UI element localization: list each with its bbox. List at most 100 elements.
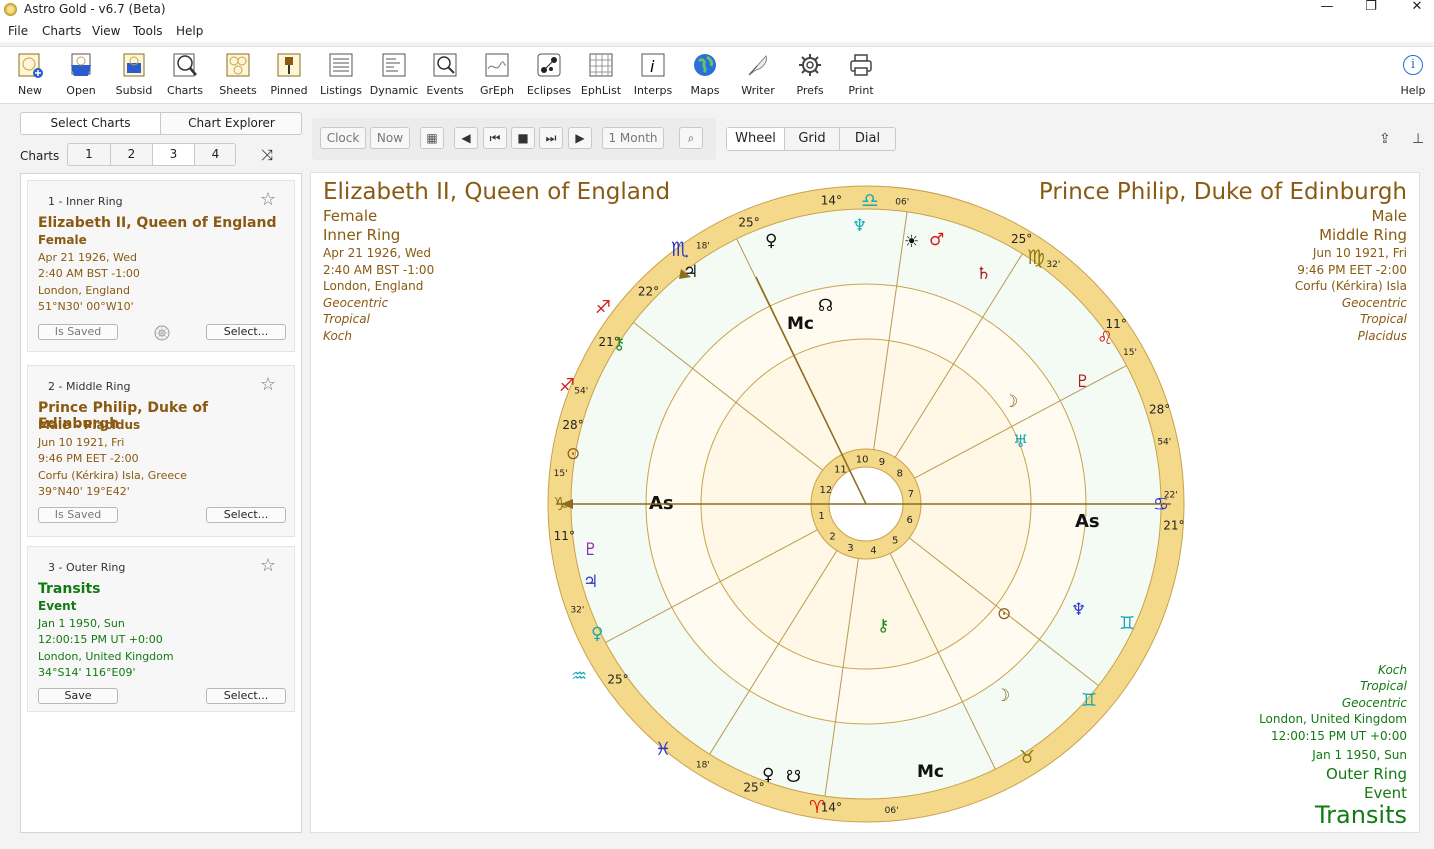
menu-file[interactable]: File [8, 24, 28, 38]
menu-charts[interactable]: Charts [42, 24, 81, 38]
interps-icon: i [641, 53, 665, 77]
menu-tools[interactable]: Tools [133, 24, 163, 38]
card-info: Jan 1 1950, Sun 12:00:15 PM UT +0:00 Lon… [38, 616, 174, 681]
is-saved-button[interactable]: Is Saved [38, 324, 118, 340]
inner-place: London, England [323, 279, 424, 293]
uranus-icon: ♅ [1013, 432, 1028, 452]
shuffle-icon[interactable]: ⤨ [258, 146, 276, 164]
step-size-selector[interactable]: 1 Month [602, 127, 664, 149]
pisces-icon: ♓ [655, 739, 671, 760]
card-date: Jan 1 1950, Sun [38, 617, 125, 630]
help-button[interactable]: i Help [1388, 51, 1434, 97]
skip-forward-icon[interactable]: ⏭ [539, 127, 563, 149]
tab-grid[interactable]: Grid [785, 128, 840, 150]
star-icon[interactable]: ☆ [260, 189, 276, 210]
tab-select-charts[interactable]: Select Charts [21, 113, 161, 134]
writer-button[interactable]: Writer [733, 51, 783, 97]
svg-text:i: i [650, 57, 655, 76]
minimize-button[interactable]: — [1304, 0, 1350, 20]
title-bar: Astro Gold - v6.7 (Beta) — ❐ ✕ [0, 0, 1434, 20]
now-button[interactable]: Now [370, 127, 410, 149]
close-button[interactable]: ✕ [1394, 0, 1434, 20]
view-mode-tabs: Wheel Grid Dial [726, 127, 896, 151]
outer-houses: Koch [1378, 663, 1407, 677]
menu-view[interactable]: View [92, 24, 120, 38]
step-back-icon[interactable]: ◀ [454, 127, 478, 149]
select-button[interactable]: Select... [206, 324, 286, 340]
tab-wheel[interactable]: Wheel [727, 128, 785, 150]
maximize-button[interactable]: ❐ [1348, 0, 1394, 20]
middle-gender: Male [1371, 207, 1407, 225]
skip-back-icon[interactable]: ⏮ [483, 127, 507, 149]
select-button[interactable]: Select... [206, 507, 286, 523]
subsid-button[interactable]: Subsid [109, 51, 159, 97]
clock-button[interactable]: Clock [320, 127, 366, 149]
charts-button[interactable]: Charts [160, 51, 210, 97]
chart-count-2[interactable]: 2 [110, 144, 152, 165]
sagittarius-icon: ♐ [595, 297, 611, 318]
share-icon[interactable]: ⇪ [1379, 131, 1391, 147]
pin-icon[interactable]: ⊥ [1412, 131, 1424, 147]
prefs-button[interactable]: Prefs [785, 51, 835, 97]
card-date: Jun 10 1921, Fri [38, 436, 125, 449]
stop-icon[interactable]: ■ [511, 127, 535, 149]
sheets-button[interactable]: Sheets [213, 51, 263, 97]
middle-zodiac: Geocentric [1341, 296, 1407, 310]
middle-place: Corfu (Kérkira) Isla [1294, 279, 1407, 293]
card-time: 12:00:15 PM UT +0:00 [38, 633, 163, 647]
search-icon[interactable]: ⌕ [679, 127, 703, 149]
menu-help[interactable]: Help [176, 24, 203, 38]
quill-icon [748, 55, 767, 76]
house-number: 5 [892, 536, 898, 547]
chart-card-inner[interactable]: 1 - Inner Ring ☆ Elizabeth II, Queen of … [27, 180, 295, 352]
ascendant-icon-2: As [1075, 511, 1100, 532]
chart-wheel[interactable]: 123 456789101112 14° 06'25°18'22°21°54'28°… [541, 179, 1191, 829]
sheets-icon [226, 53, 250, 77]
chart-card-outer[interactable]: 3 - Outer Ring ☆ Transits Event Jan 1 19… [27, 546, 295, 712]
help-label: Help [1400, 84, 1426, 97]
open-button[interactable]: Open [56, 51, 106, 97]
cusp-degree-label: 11° [554, 529, 575, 543]
menu-bar: File Charts View Tools Help [0, 20, 1434, 42]
sun-icon-2: ⊙ [997, 604, 1011, 624]
calendar-icon[interactable]: ▦ [420, 127, 444, 149]
greph-button[interactable]: GrEph [472, 51, 522, 97]
print-label: Print [848, 84, 874, 97]
step-forward-icon[interactable]: ▶ [568, 127, 592, 149]
ephlist-icon [589, 53, 613, 77]
moon-icon: ☽ [1003, 392, 1018, 412]
pinned-button[interactable]: Pinned [264, 51, 314, 97]
chart-count-4[interactable]: 4 [194, 144, 236, 165]
cusp-degree-label: 22° [638, 284, 659, 298]
info-icon: i [1403, 55, 1423, 75]
dynamic-button[interactable]: Dynamic [369, 51, 419, 97]
tab-chart-explorer[interactable]: Chart Explorer [161, 113, 301, 134]
new-button[interactable]: New [5, 51, 55, 97]
eclipses-button[interactable]: Eclipses [524, 51, 574, 97]
star-icon[interactable]: ☆ [260, 555, 276, 576]
subsid-icon [123, 53, 145, 77]
card-sub: Event [38, 599, 77, 613]
charts-count-label: Charts [20, 149, 60, 163]
open-folder-icon [71, 53, 91, 76]
tab-dial[interactable]: Dial [840, 128, 895, 150]
events-button[interactable]: Events [420, 51, 470, 97]
app-icon [4, 3, 17, 16]
interps-button[interactable]: i Interps [628, 51, 678, 97]
ephlist-button[interactable]: EphList [576, 51, 626, 97]
save-button[interactable]: Save [38, 688, 118, 704]
chart-count-1[interactable]: 1 [68, 144, 110, 165]
select-button[interactable]: Select... [206, 688, 286, 704]
moon-icon-2: ☽ [995, 686, 1010, 706]
outer-time: 12:00:15 PM UT +0:00 [1270, 729, 1407, 743]
wheel-settings-icon[interactable] [153, 324, 171, 342]
chart-card-middle[interactable]: 2 - Middle Ring ☆ Prince Philip, Duke of… [27, 365, 295, 537]
inner-date: Apr 21 1926, Wed [323, 246, 431, 260]
maps-button[interactable]: Maps [680, 51, 730, 97]
print-button[interactable]: Print [836, 51, 886, 97]
listings-button[interactable]: Listings [316, 51, 366, 97]
chart-count-3[interactable]: 3 [152, 144, 194, 165]
is-saved-button[interactable]: Is Saved [38, 507, 118, 523]
chart-area: Elizabeth II, Queen of England Female In… [310, 172, 1420, 833]
star-icon[interactable]: ☆ [260, 374, 276, 395]
